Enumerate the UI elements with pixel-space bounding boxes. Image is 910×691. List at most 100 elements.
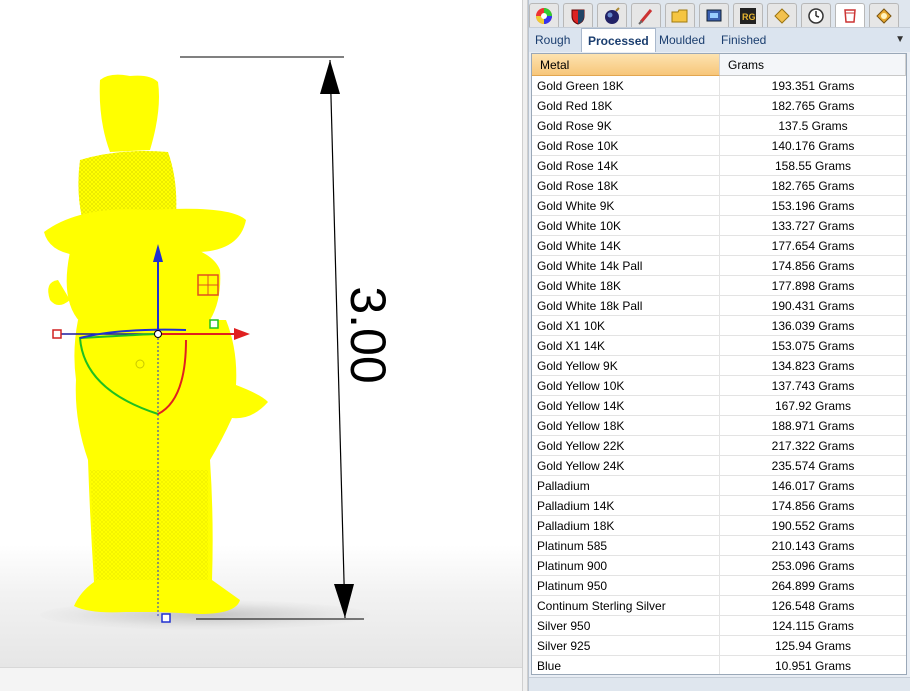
table-row[interactable]: Platinum 900 253.096 Grams bbox=[532, 556, 906, 576]
color-wheel-icon[interactable] bbox=[529, 3, 559, 27]
grams-cell: 182.765 Grams bbox=[771, 179, 855, 193]
grams-cell: 10.951 Grams bbox=[774, 659, 852, 673]
table-row[interactable]: Gold Yellow 14K 167.92 Grams bbox=[532, 396, 906, 416]
table-row[interactable]: Gold X1 10K 136.039 Grams bbox=[532, 316, 906, 336]
tabs-dropdown-icon[interactable]: ▼ bbox=[895, 34, 905, 45]
tab-moulded[interactable]: Moulded bbox=[653, 28, 711, 52]
table-row[interactable]: Gold White 10K 133.727 Grams bbox=[532, 216, 906, 236]
app-window: 3.00 RG Rough Processed Moulded Finished… bbox=[0, 0, 910, 691]
metal-cell: Gold White 10K bbox=[532, 216, 720, 236]
metal-cell: Platinum 900 bbox=[532, 556, 720, 576]
table-row[interactable]: Gold White 18k Pall 190.431 Grams bbox=[532, 296, 906, 316]
table-row[interactable]: Palladium 14K 174.856 Grams bbox=[532, 496, 906, 516]
viewport-3d[interactable]: 3.00 bbox=[0, 0, 522, 691]
grams-cell: 124.115 Grams bbox=[772, 619, 854, 633]
table-body: Gold Green 18K 193.351 Grams Gold Red 18K 1… bbox=[532, 76, 906, 674]
x-axis-arrow-icon bbox=[234, 328, 250, 340]
weight-tabs: Rough Processed Moulded Finished ▼ bbox=[529, 28, 910, 52]
metal-cell: Gold Yellow 18K bbox=[532, 416, 720, 436]
table-row[interactable]: Gold Rose 18K 182.765 Grams bbox=[532, 176, 906, 196]
metal-cell: Gold White 14K bbox=[532, 236, 720, 256]
metal-cell: Gold White 18k Pall bbox=[532, 296, 720, 316]
metal-cell: Gold White 18K bbox=[532, 276, 720, 296]
character-model[interactable] bbox=[44, 74, 269, 614]
table-row[interactable]: Gold White 14k Pall 174.856 Grams bbox=[532, 256, 906, 276]
shield-icon[interactable] bbox=[563, 3, 593, 27]
globe-icon[interactable] bbox=[597, 3, 627, 27]
grams-cell: 153.196 Grams bbox=[771, 199, 855, 213]
table-row[interactable]: Silver 950 124.115 Grams bbox=[532, 616, 906, 636]
table-row[interactable]: Gold Rose 10K 140.176 Grams bbox=[532, 136, 906, 156]
grams-cell: 140.176 Grams bbox=[771, 139, 855, 153]
grams-cell: 167.92 Grams bbox=[774, 399, 852, 413]
table-row[interactable]: Silver 925 125.94 Grams bbox=[532, 636, 906, 656]
table-row[interactable]: Gold White 9K 153.196 Grams bbox=[532, 196, 906, 216]
gem-icon[interactable] bbox=[869, 3, 899, 27]
scale-z-handle bbox=[161, 613, 171, 623]
table-row[interactable]: Palladium 146.017 Grams bbox=[532, 476, 906, 496]
metal-cell: Gold Rose 9K bbox=[532, 116, 720, 136]
rg-logo-icon[interactable]: RG bbox=[733, 3, 763, 27]
table-row[interactable]: Gold Green 18K 193.351 Grams bbox=[532, 76, 906, 96]
folder-icon[interactable] bbox=[665, 3, 695, 27]
grams-cell: 174.856 Grams bbox=[771, 499, 855, 513]
metal-cell: Gold White 9K bbox=[532, 196, 720, 216]
cup-icon[interactable] bbox=[835, 3, 865, 27]
table-row[interactable]: Gold White 14K 177.654 Grams bbox=[532, 236, 906, 256]
table-row[interactable]: Platinum 585 210.143 Grams bbox=[532, 536, 906, 556]
grams-cell: 193.351 Grams bbox=[771, 79, 855, 93]
grams-cell: 136.039 Grams bbox=[771, 319, 855, 333]
column-header-grams[interactable]: Grams bbox=[720, 54, 906, 76]
grams-cell: 158.55 Grams bbox=[774, 159, 852, 173]
table-row[interactable]: Gold White 18K 177.898 Grams bbox=[532, 276, 906, 296]
table-row[interactable]: Continum Sterling Silver 126.548 Grams bbox=[532, 596, 906, 616]
table-row[interactable]: Gold Yellow 18K 188.971 Grams bbox=[532, 416, 906, 436]
metal-cell: Gold Rose 14K bbox=[532, 156, 720, 176]
metal-cell: Platinum 585 bbox=[532, 536, 720, 556]
grams-cell: 264.899 Grams bbox=[771, 579, 855, 593]
tab-finished[interactable]: Finished bbox=[715, 28, 772, 52]
metal-cell: Gold Rose 10K bbox=[532, 136, 720, 156]
metal-cell: Platinum 950 bbox=[532, 576, 720, 596]
table-row[interactable]: Gold Rose 14K 158.55 Grams bbox=[532, 156, 906, 176]
grams-cell: 137.5 Grams bbox=[778, 119, 848, 133]
diamond-icon[interactable] bbox=[767, 3, 797, 27]
grams-cell: 190.431 Grams bbox=[771, 299, 855, 313]
brush-icon[interactable] bbox=[631, 3, 661, 27]
table-row[interactable]: Blue 10.951 Grams bbox=[532, 656, 906, 674]
grams-cell: 188.971 Grams bbox=[771, 419, 855, 433]
svg-text:RG: RG bbox=[742, 12, 756, 22]
display-icon[interactable] bbox=[699, 3, 729, 27]
scene-canvas bbox=[44, 56, 364, 623]
table-row[interactable]: Palladium 18K 190.552 Grams bbox=[532, 516, 906, 536]
grams-cell: 235.574 Grams bbox=[771, 459, 855, 473]
table-row[interactable]: Gold Red 18K 182.765 Grams bbox=[532, 96, 906, 116]
metal-cell: Gold X1 10K bbox=[532, 316, 720, 336]
tab-processed[interactable]: Processed bbox=[581, 28, 656, 52]
gumball-center-handle bbox=[154, 330, 162, 338]
column-header-metal[interactable]: Metal bbox=[532, 54, 720, 76]
dimension-arrow-bottom-icon bbox=[334, 584, 354, 618]
dimension-arrow-top-icon bbox=[320, 60, 340, 94]
table-header: Metal Grams bbox=[532, 54, 906, 76]
tab-rough[interactable]: Rough bbox=[529, 28, 576, 52]
metal-cell: Gold Yellow 24K bbox=[532, 456, 720, 476]
grams-cell: 210.143 Grams bbox=[771, 539, 855, 553]
metal-cell: Gold Red 18K bbox=[532, 96, 720, 116]
clock-icon[interactable] bbox=[801, 3, 831, 27]
grams-cell: 137.743 Grams bbox=[771, 379, 855, 393]
metal-cell: Gold White 14k Pall bbox=[532, 256, 720, 276]
metal-weight-panel: RG Rough Processed Moulded Finished ▼ Me… bbox=[528, 0, 910, 691]
table-row[interactable]: Gold Yellow 22K 217.322 Grams bbox=[532, 436, 906, 456]
table-row[interactable]: Gold Yellow 10K 137.743 Grams bbox=[532, 376, 906, 396]
metal-weight-table[interactable]: Metal Grams Gold Green 18K 193.351 Grams G… bbox=[531, 53, 907, 675]
grams-cell: 153.075 Grams bbox=[771, 339, 855, 353]
table-row[interactable]: Gold Yellow 24K 235.574 Grams bbox=[532, 456, 906, 476]
table-row[interactable]: Platinum 950 264.899 Grams bbox=[532, 576, 906, 596]
dimension-value: 3.00 bbox=[340, 286, 396, 384]
table-row[interactable]: Gold Rose 9K 137.5 Grams bbox=[532, 116, 906, 136]
metal-cell: Silver 950 bbox=[532, 616, 720, 636]
grams-cell: 217.322 Grams bbox=[771, 439, 855, 453]
table-row[interactable]: Gold X1 14K 153.075 Grams bbox=[532, 336, 906, 356]
table-row[interactable]: Gold Yellow 9K 134.823 Grams bbox=[532, 356, 906, 376]
